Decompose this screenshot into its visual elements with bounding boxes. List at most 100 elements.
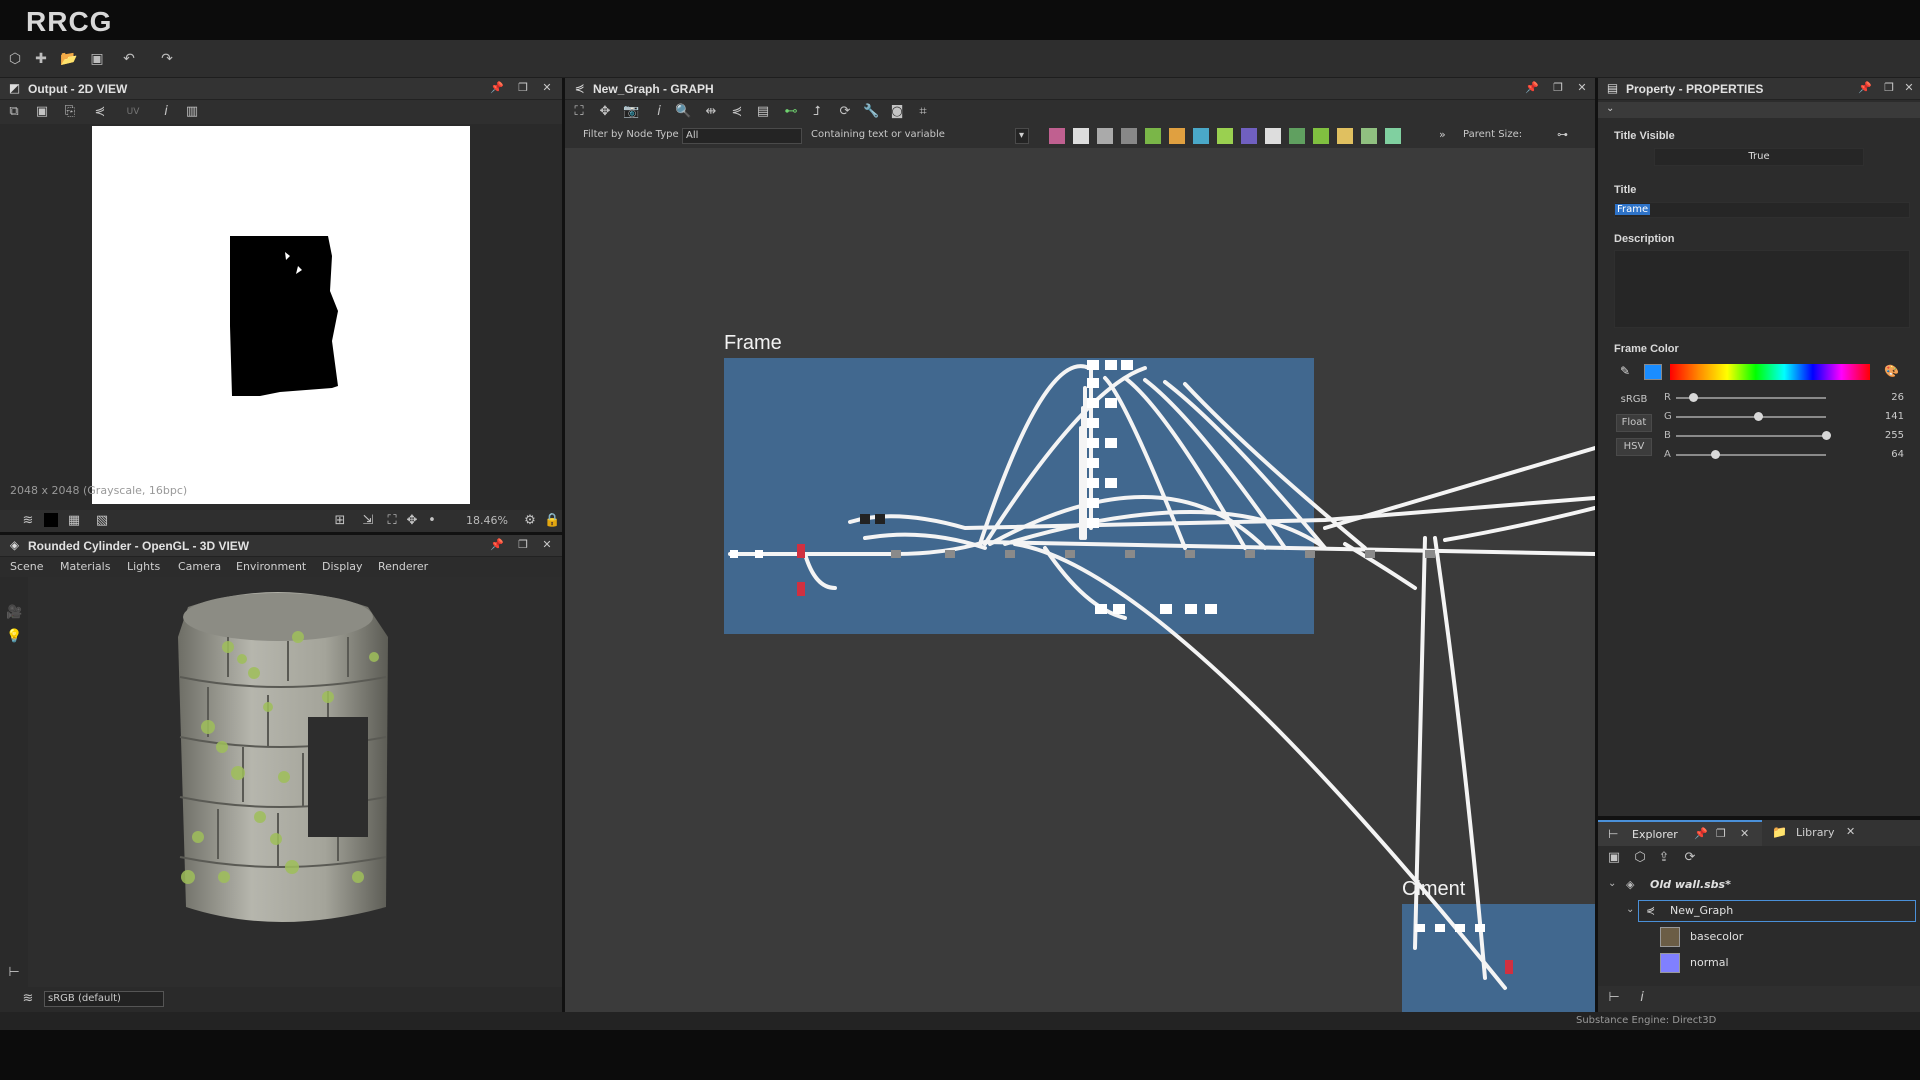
menu-materials[interactable]: Materials <box>60 560 110 573</box>
close-icon[interactable]: ✕ <box>1575 81 1589 95</box>
channels-icon[interactable]: ≋ <box>20 513 36 529</box>
grid-icon[interactable]: ⊞ <box>332 513 348 529</box>
colorspace-select[interactable]: sRGB (default) <box>44 991 164 1007</box>
close-icon[interactable]: ✕ <box>540 538 554 552</box>
preview-icon[interactable]: ◙ <box>889 104 905 120</box>
pin-icon[interactable]: 📌 <box>490 538 504 552</box>
search-dropdown[interactable]: ▾ <box>1015 128 1029 144</box>
float-mode-button[interactable]: Float <box>1616 414 1652 432</box>
crop-icon[interactable]: ⌗ <box>915 104 931 120</box>
menu-lights[interactable]: Lights <box>127 560 160 573</box>
close-icon[interactable]: ✕ <box>540 81 554 95</box>
node-transform-icon[interactable] <box>1121 128 1137 144</box>
title-visible-field[interactable]: True <box>1654 148 1864 166</box>
node-curve-icon[interactable] <box>1145 128 1161 144</box>
menu-display[interactable]: Display <box>322 560 363 573</box>
redo-icon[interactable]: ↷ <box>158 50 176 68</box>
channel-r-slider[interactable] <box>1676 397 1826 399</box>
graph-canvas[interactable]: Frame Ciment <box>565 148 1595 1012</box>
zoom-level[interactable]: 18.46% <box>466 514 508 527</box>
eyedropper-icon[interactable]: ✎ <box>1620 364 1630 378</box>
export-icon[interactable]: ⇪ <box>1656 850 1672 866</box>
camera-icon[interactable]: 🎥 <box>6 605 22 621</box>
info-icon[interactable]: i <box>651 104 667 120</box>
pin-icon[interactable]: 📌 <box>1858 81 1872 95</box>
search-text-input[interactable]: Containing text or variable <box>811 129 1011 140</box>
channel-b-value[interactable]: 255 <box>1864 430 1904 441</box>
pin-icon[interactable]: 📌 <box>1694 827 1708 840</box>
hue-spectrum[interactable] <box>1670 364 1870 380</box>
parent-size-label[interactable]: Parent Size: <box>1463 129 1522 140</box>
menu-camera[interactable]: Camera <box>178 560 221 573</box>
link-mode-icon[interactable]: ⊶ <box>1557 128 1568 141</box>
channel-a-slider[interactable] <box>1676 454 1826 456</box>
new-graph-icon[interactable]: ✚ <box>32 50 50 68</box>
hierarchy-icon[interactable]: ⊢ <box>6 965 22 981</box>
float-icon[interactable]: ❐ <box>1716 827 1726 840</box>
color-swatch[interactable] <box>1644 364 1662 380</box>
channel-a-value[interactable]: 64 <box>1864 449 1904 460</box>
snapshot-icon[interactable]: 📷 <box>623 104 639 120</box>
image-icon[interactable]: ▧ <box>94 513 110 529</box>
new-package-icon[interactable]: ⬡ <box>1632 850 1648 866</box>
tools-icon[interactable]: 🔧 <box>863 104 879 120</box>
float-icon[interactable]: ❐ <box>516 81 530 95</box>
tree-output-row[interactable]: normal <box>1598 950 1920 976</box>
reload-icon[interactable]: ⟳ <box>1682 850 1698 866</box>
node-type-filter[interactable]: All <box>682 128 802 144</box>
layers-icon[interactable]: ≋ <box>20 991 36 1007</box>
chevron-down-icon[interactable]: ⌄ <box>1608 878 1616 889</box>
menu-renderer[interactable]: Renderer <box>378 560 428 573</box>
node-tile-icon[interactable] <box>1265 128 1281 144</box>
hierarchy-icon[interactable]: ⊢ <box>1606 990 1622 1006</box>
view3d-viewport[interactable] <box>28 577 562 987</box>
node-bitmap-icon[interactable] <box>1049 128 1065 144</box>
tiling-icon[interactable]: ⇲ <box>360 513 376 529</box>
search-icon[interactable]: 🔍 <box>675 104 691 120</box>
menu-environment[interactable]: Environment <box>236 560 306 573</box>
tree-graph-row[interactable]: ⌄ ⋞ New_Graph <box>1598 898 1920 924</box>
frame-all-icon[interactable]: ⛶ <box>571 104 587 120</box>
channel-g-slider[interactable] <box>1676 416 1826 418</box>
description-textarea[interactable] <box>1614 250 1910 328</box>
channel-g-knob[interactable] <box>1754 412 1763 421</box>
share-icon[interactable]: ⋞ <box>92 104 108 120</box>
histogram-icon[interactable]: ▥ <box>184 104 200 120</box>
layout-icon[interactable]: ⋞ <box>729 104 745 120</box>
tree-output-row[interactable]: basecolor <box>1598 924 1920 950</box>
node-filter-icon[interactable] <box>1337 128 1353 144</box>
node-gradient-icon[interactable] <box>1193 128 1209 144</box>
tab-explorer[interactable]: ⊢ Explorer 📌 ❐ ✕ <box>1598 820 1762 846</box>
close-icon[interactable]: ✕ <box>1846 825 1855 838</box>
refresh-icon[interactable]: ⟳ <box>837 104 853 120</box>
undo-icon[interactable]: ↶ <box>120 50 138 68</box>
copy-icon[interactable]: ⎘ <box>62 104 78 120</box>
node-blend-icon[interactable] <box>1169 128 1185 144</box>
connect-icon[interactable]: ⮥ <box>809 104 825 120</box>
align-icon[interactable]: ⇹ <box>703 104 719 120</box>
center-icon[interactable]: ✥ <box>597 104 613 120</box>
pin-icon[interactable]: 📌 <box>1525 81 1539 95</box>
channel-b-slider[interactable] <box>1676 435 1826 437</box>
srgb-mode[interactable]: sRGB <box>1616 392 1652 410</box>
hsv-mode-button[interactable]: HSV <box>1616 438 1652 456</box>
node-levels-icon[interactable] <box>1217 128 1233 144</box>
channel-r-value[interactable]: 26 <box>1864 392 1904 403</box>
fit-view-icon[interactable]: ⛶ <box>384 513 400 529</box>
dot-icon[interactable]: • <box>424 513 440 529</box>
tree-package-row[interactable]: ⌄ ◈ Old wall.sbs* <box>1598 872 1920 898</box>
channel-g-value[interactable]: 141 <box>1864 411 1904 422</box>
view2d-canvas[interactable]: 2048 x 2048 (Grayscale, 16bpc) <box>0 124 562 510</box>
title-input[interactable]: Frame <box>1614 202 1910 218</box>
close-icon[interactable]: ✕ <box>1902 81 1916 95</box>
node-noise-icon[interactable] <box>1313 128 1329 144</box>
open-icon[interactable]: 📂 <box>60 50 78 68</box>
float-icon[interactable]: ❐ <box>1551 81 1565 95</box>
zoom-settings-icon[interactable]: ⚙ <box>522 513 538 529</box>
save-icon[interactable]: ▣ <box>88 50 106 68</box>
checker-icon[interactable]: ▦ <box>66 513 82 529</box>
channel-b-knob[interactable] <box>1822 431 1831 440</box>
menu-scene[interactable]: Scene <box>10 560 44 573</box>
uv-toggle[interactable]: UV <box>120 104 146 120</box>
channel-r-knob[interactable] <box>1689 393 1698 402</box>
